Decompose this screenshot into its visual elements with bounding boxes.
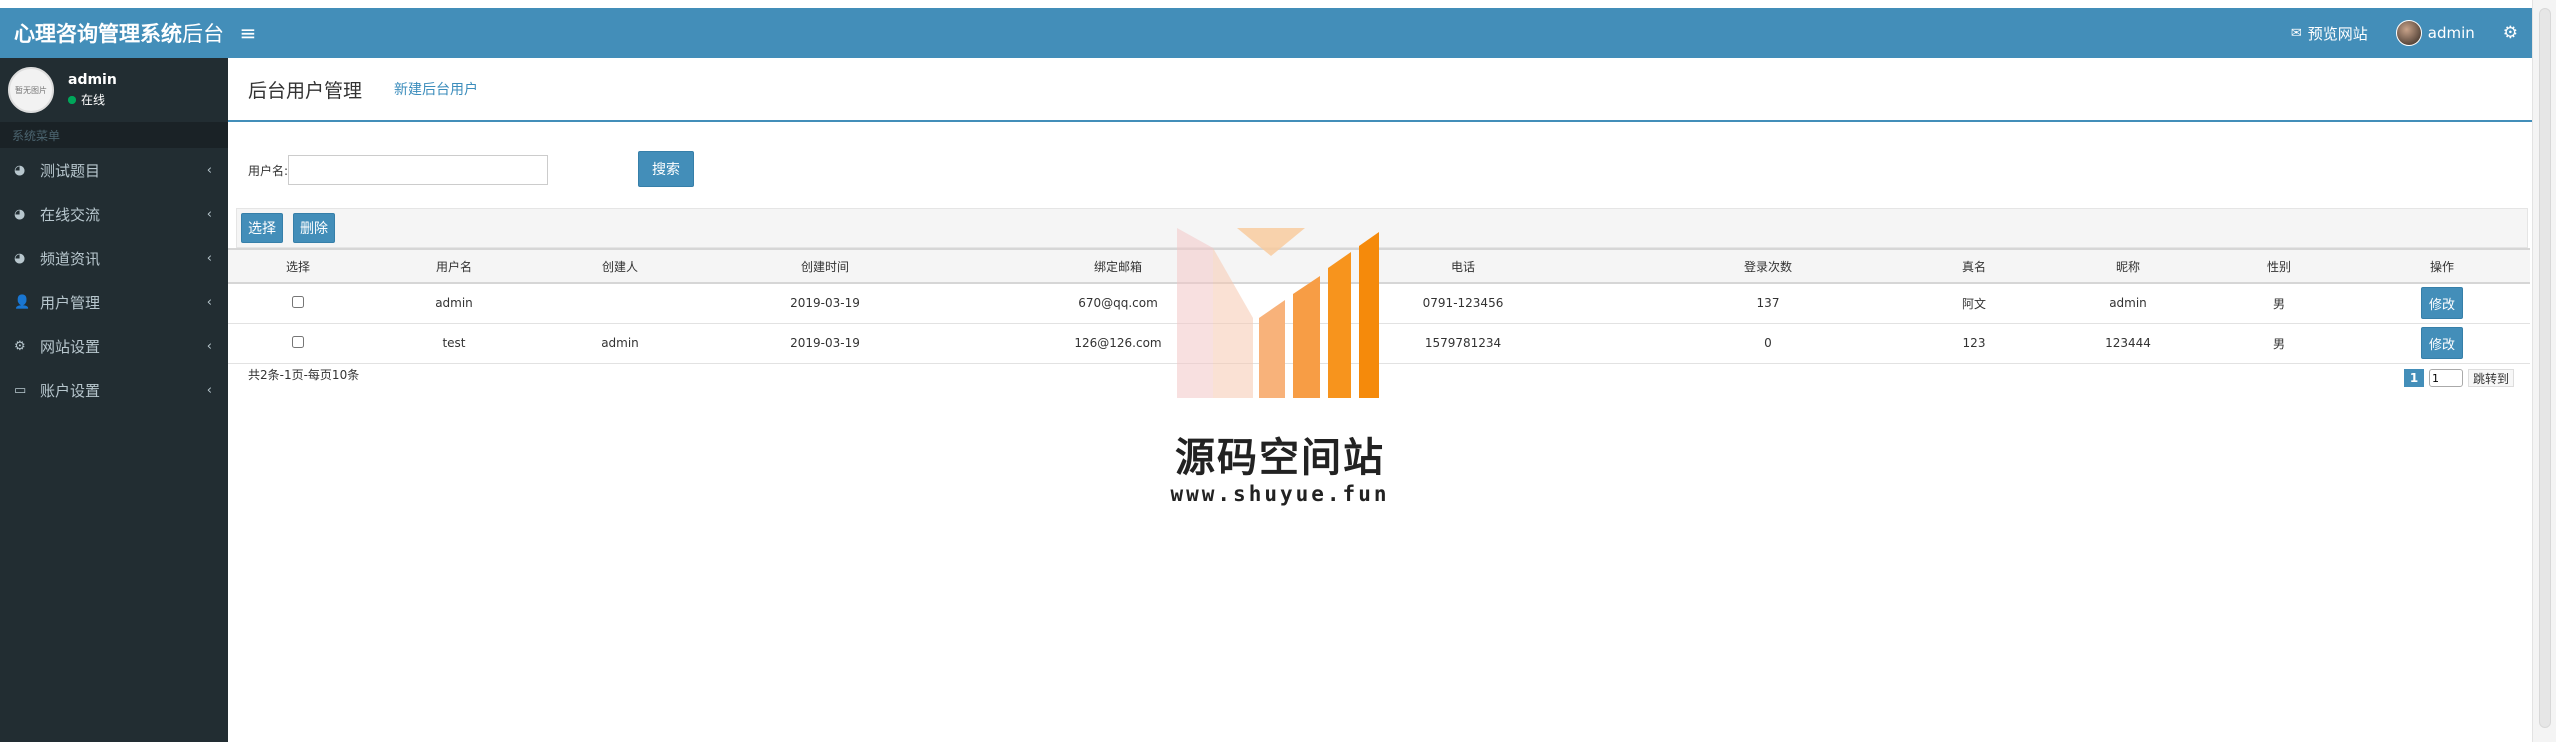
chevron-left-icon: ‹ [206,338,212,354]
username-label: 用户名: [248,163,289,178]
sidebar-user-name: admin [68,72,117,88]
gear-icon: ⚙ [14,338,26,354]
avatar [2395,20,2422,46]
hamburger-icon: ≡ [239,21,257,45]
page-jump-input[interactable] [2429,369,2463,387]
pie-chart-icon: ◕ [14,250,26,266]
new-admin-user-link[interactable]: 新建后台用户 [394,79,478,99]
cell-creator: admin [540,323,700,364]
user-menu[interactable]: admin [2382,8,2489,58]
gears-icon: ⚙ [2502,23,2518,43]
col-header-select: 选择 [228,248,368,284]
brand-suffix: 后台 [182,22,224,46]
sidebar-item-label: 测试题目 [40,161,101,180]
col-header-realname: 真名 [1896,248,2052,284]
vertical-scrollbar[interactable] [2532,0,2556,742]
cell-logins: 0 [1640,323,1896,364]
col-header-action: 操作 [2354,248,2530,284]
preview-site-label: 预览网站 [2307,24,2368,43]
chevron-left-icon: ‹ [206,162,212,178]
username-search-input[interactable] [288,155,549,185]
search-form: 用户名: [248,150,549,190]
app-brand[interactable]: 心理咨询管理系统 后台 [0,8,228,58]
avatar-placeholder-text: 暂无图片 [15,85,47,95]
laptop-icon: ▭ [14,382,27,398]
user-icon: 👤 [14,294,31,310]
cell-created: 2019-03-19 [700,283,950,324]
sidebar-item-account-settings[interactable]: ▭ 账户设置 ‹ [0,368,228,412]
cell-realname: 123 [1896,323,2052,364]
cell-gender: 男 [2204,323,2354,364]
row-checkbox[interactable] [292,335,304,348]
sidebar-item-label: 在线交流 [40,205,101,224]
chevron-left-icon: ‹ [206,250,212,266]
edit-button[interactable]: 修改 [2421,287,2463,320]
cell-created: 2019-03-19 [700,323,950,364]
cell-nickname: admin [2052,283,2204,324]
chevron-left-icon: ‹ [206,294,212,310]
page-title: 后台用户管理 [248,79,363,102]
watermark-title: 源码空间站 [1175,435,1385,481]
col-header-nickname: 昵称 [2052,248,2204,284]
cell-realname: 阿文 [1896,283,2052,324]
pie-chart-icon: ◕ [14,206,26,222]
top-navbar: 心理咨询管理系统 后台 ≡ ✉ 预览网站 admin ⚙ [0,8,2532,58]
preview-site-link[interactable]: ✉ 预览网站 [2277,8,2382,58]
sidebar-item-users[interactable]: 👤 用户管理 ‹ [0,280,228,324]
chevron-left-icon: ‹ [206,382,212,398]
settings-gear-button[interactable]: ⚙ [2489,23,2532,43]
cell-username: admin [368,283,540,324]
row-checkbox[interactable] [292,295,304,308]
pagination: 1 跳转到 [2404,369,2515,387]
sidebar-item-label: 账户设置 [40,381,101,400]
user-menu-name: admin [2427,24,2475,42]
page-jump-button[interactable]: 跳转到 [2468,369,2515,387]
watermark-logo-icon [1177,228,1379,398]
sidebar-item-label: 网站设置 [40,337,101,356]
delete-button[interactable]: 删除 [293,213,335,243]
user-avatar: 暂无图片 [8,67,54,113]
envelope-icon: ✉ [2290,25,2302,41]
sidebar-item-label: 用户管理 [40,293,101,312]
cell-username: test [368,323,540,364]
pie-chart-icon: ◕ [14,162,26,178]
sidebar-item-news[interactable]: ◕ 频道资讯 ‹ [0,236,228,280]
user-panel: 暂无图片 admin 在线 [0,58,228,122]
search-button[interactable]: 搜索 [638,151,694,187]
edit-button[interactable]: 修改 [2421,327,2463,359]
sidebar: 暂无图片 admin 在线 系统菜单 ◕ 测试题目 ‹ ◕ 在线交流 ‹ ◕ 频… [0,58,228,742]
sidebar-item-tests[interactable]: ◕ 测试题目 ‹ [0,148,228,192]
brand-name: 心理咨询管理系统 [14,22,182,46]
sidebar-item-label: 频道资讯 [40,249,101,268]
sidebar-item-chat[interactable]: ◕ 在线交流 ‹ [0,192,228,236]
content-header: 后台用户管理 新建后台用户 [228,58,2532,122]
watermark-url: www.shuyue.fun [1170,482,1390,506]
cell-gender: 男 [2204,283,2354,324]
col-header-username: 用户名 [368,248,540,284]
page-current[interactable]: 1 [2404,369,2424,387]
scrollbar-thumb[interactable] [2539,8,2551,728]
menu-section-header: 系统菜单 [0,122,228,148]
status-dot-icon [68,95,76,104]
sidebar-toggle-button[interactable]: ≡ [228,8,268,58]
cell-logins: 137 [1640,283,1896,324]
cell-nickname: 123444 [2052,323,2204,364]
col-header-created: 创建时间 [700,248,950,284]
cell-creator [540,283,700,324]
col-header-logins: 登录次数 [1640,248,1896,284]
chevron-left-icon: ‹ [206,206,212,222]
status-label: 在线 [81,93,106,107]
top-right-nav: ✉ 预览网站 admin ⚙ [2277,8,2532,58]
online-status: 在线 [68,91,117,108]
col-header-creator: 创建人 [540,248,700,284]
col-header-gender: 性别 [2204,248,2354,284]
sidebar-item-site-settings[interactable]: ⚙ 网站设置 ‹ [0,324,228,368]
pagination-info: 共2条-1页-每页10条 [248,368,360,382]
select-button[interactable]: 选择 [241,213,283,243]
